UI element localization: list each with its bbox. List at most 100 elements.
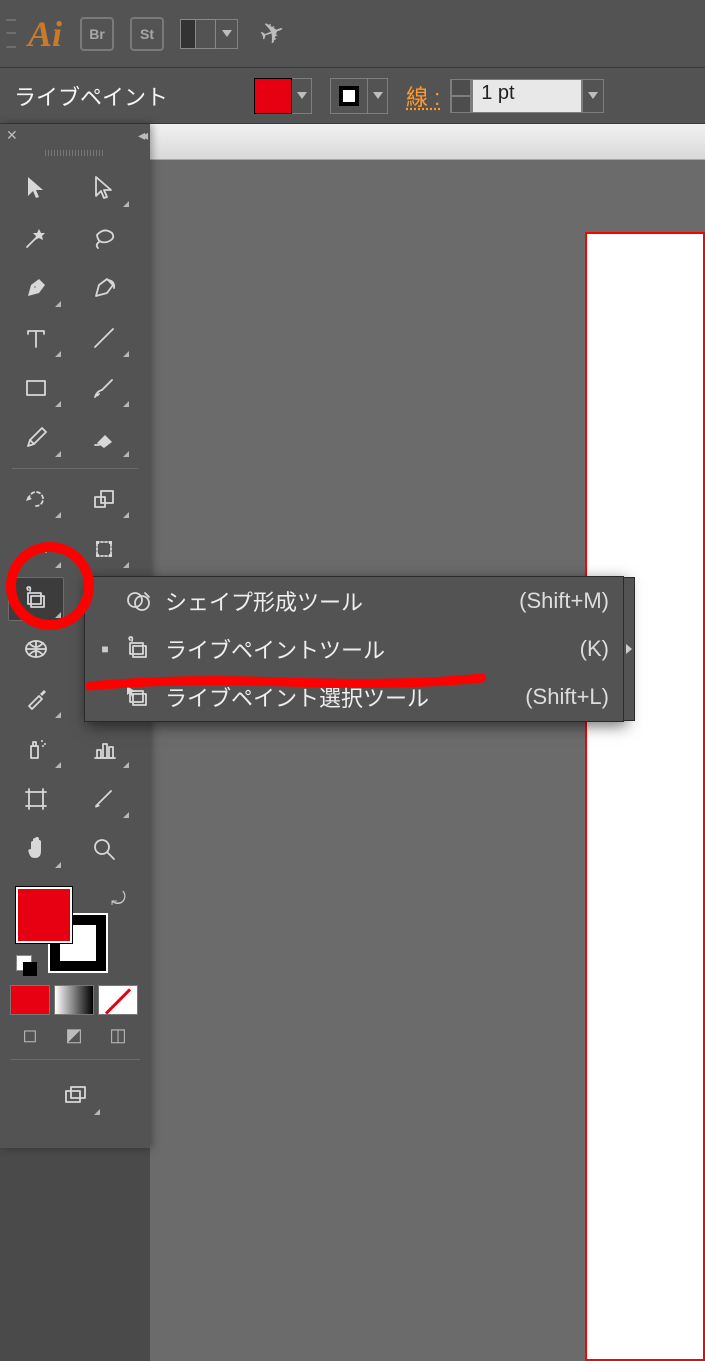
control-bar: ライブペイント 線 : 1 pt	[0, 68, 705, 124]
illustrator-logo-icon: Ai	[28, 13, 62, 55]
tool-flyout-menu: シェイプ形成ツール (Shift+M) ■ ライブペイントツール (K) ライブ…	[84, 576, 624, 722]
zoom-tool[interactable]	[76, 827, 132, 871]
chevron-down-icon	[588, 92, 598, 99]
cursor-icon	[21, 173, 51, 203]
hand-icon	[21, 834, 51, 864]
shape-builder-tool[interactable]	[8, 577, 64, 621]
default-fill-stroke-icon[interactable]	[16, 955, 38, 977]
stroke-weight-down-button[interactable]	[450, 96, 472, 113]
stroke-color-swatch[interactable]	[330, 78, 368, 114]
fill-color-swatch[interactable]	[254, 78, 292, 114]
curvature-tool[interactable]	[76, 266, 132, 310]
flyout-item-label: ライブペイントツール	[165, 633, 580, 665]
swap-fill-stroke-icon[interactable]: ⤾	[111, 889, 126, 910]
column-graph-tool[interactable]	[76, 727, 132, 771]
mesh-tool[interactable]	[8, 627, 64, 671]
rectangle-icon	[21, 373, 51, 403]
magic-wand-tool[interactable]	[8, 216, 64, 260]
magic-wand-icon	[21, 223, 51, 253]
symbol-sprayer-tool[interactable]	[8, 727, 64, 771]
fill-stroke-indicator[interactable]: ⤾	[10, 883, 140, 979]
flyout-item-shape-builder[interactable]: シェイプ形成ツール (Shift+M)	[85, 577, 623, 625]
draw-normal-button[interactable]: ◻	[10, 1021, 50, 1049]
lasso-tool[interactable]	[76, 216, 132, 260]
stroke-weight-label[interactable]: 線 :	[406, 80, 440, 112]
paintbrush-tool[interactable]	[76, 366, 132, 410]
panel-grip-icon[interactable]	[0, 146, 150, 160]
rotate-tool[interactable]	[8, 477, 64, 521]
none-mode-button[interactable]	[98, 985, 138, 1015]
flyout-item-label: ライブペイント選択ツール	[165, 681, 525, 713]
arrange-documents-button[interactable]	[180, 19, 238, 49]
rectangle-tool[interactable]	[8, 366, 64, 410]
flyout-item-shortcut: (K)	[580, 636, 609, 662]
flyout-item-label: シェイプ形成ツール	[165, 585, 519, 617]
color-mode-button[interactable]	[10, 985, 50, 1015]
slice-tool[interactable]	[76, 777, 132, 821]
selected-dot-icon: ■	[99, 642, 111, 656]
flyout-item-shortcut: (Shift+L)	[525, 684, 609, 710]
width-icon	[21, 534, 51, 564]
stroke-color-dropdown[interactable]	[368, 78, 388, 114]
screen-mode-button[interactable]	[47, 1074, 103, 1118]
selection-tool[interactable]	[8, 166, 64, 210]
draw-inside-button[interactable]: ◫	[98, 1021, 138, 1049]
spray-icon	[21, 734, 51, 764]
scale-icon	[89, 484, 119, 514]
eraser-tool[interactable]	[76, 416, 132, 460]
stroke-weight-dropdown[interactable]	[582, 79, 604, 113]
width-tool[interactable]	[8, 527, 64, 571]
drag-handle-icon	[6, 14, 16, 54]
stroke-weight-input[interactable]: 1 pt	[472, 79, 582, 113]
pencil-tool[interactable]	[8, 416, 64, 460]
artboard-icon	[21, 784, 51, 814]
eyedropper-tool[interactable]	[8, 677, 64, 721]
pencil-icon	[21, 423, 51, 453]
zoom-icon	[89, 834, 119, 864]
flyout-item-shortcut: (Shift+M)	[519, 588, 609, 614]
scale-tool[interactable]	[76, 477, 132, 521]
canvas-area[interactable]	[150, 160, 705, 1361]
stock-button[interactable]: St	[130, 17, 164, 51]
gpu-performance-icon[interactable]: ✈	[255, 13, 291, 54]
pen-tool[interactable]	[8, 266, 64, 310]
collapse-panel-icon[interactable]: ◂◂	[138, 127, 144, 144]
eyedropper-icon	[21, 684, 51, 714]
artboard-tool[interactable]	[8, 777, 64, 821]
rotate-icon	[21, 484, 51, 514]
line-segment-tool[interactable]	[76, 316, 132, 360]
flyout-item-live-paint-selection[interactable]: ライブペイント選択ツール (Shift+L)	[85, 673, 623, 721]
bridge-button[interactable]: Br	[80, 17, 114, 51]
slice-icon	[89, 784, 119, 814]
screen-mode-icon	[60, 1081, 90, 1111]
mesh-icon	[21, 634, 51, 664]
app-menubar: Ai Br St ✈	[0, 0, 705, 68]
flyout-item-live-paint-bucket[interactable]: ■ ライブペイントツール (K)	[85, 625, 623, 673]
fill-color-dropdown[interactable]	[292, 78, 312, 114]
direct-selection-tool[interactable]	[76, 166, 132, 210]
flyout-tearoff-handle[interactable]	[623, 577, 635, 721]
chevron-down-icon	[222, 30, 232, 37]
active-tool-label: ライブペイント	[14, 80, 254, 112]
hand-tool[interactable]	[8, 827, 64, 871]
type-tool[interactable]	[8, 316, 64, 360]
eraser-icon	[89, 423, 119, 453]
curvature-pen-icon	[89, 273, 119, 303]
fill-indicator[interactable]	[16, 887, 72, 943]
paintbrush-icon	[89, 373, 119, 403]
chevron-down-icon	[373, 92, 383, 99]
close-icon[interactable]: ✕	[6, 127, 18, 144]
line-icon	[89, 323, 119, 353]
pen-icon	[21, 273, 51, 303]
chevron-right-icon	[626, 644, 632, 654]
free-transform-tool[interactable]	[76, 527, 132, 571]
stroke-weight-up-button[interactable]	[450, 79, 472, 96]
shape-builder-icon	[123, 586, 153, 616]
live-paint-selection-icon	[123, 682, 153, 712]
chevron-up-icon	[451, 79, 471, 96]
draw-behind-button[interactable]: ◩	[54, 1021, 94, 1049]
live-paint-bucket-icon	[21, 584, 51, 614]
artboard[interactable]	[585, 232, 705, 1361]
document-tab-bar[interactable]	[150, 124, 705, 160]
gradient-mode-button[interactable]	[54, 985, 94, 1015]
